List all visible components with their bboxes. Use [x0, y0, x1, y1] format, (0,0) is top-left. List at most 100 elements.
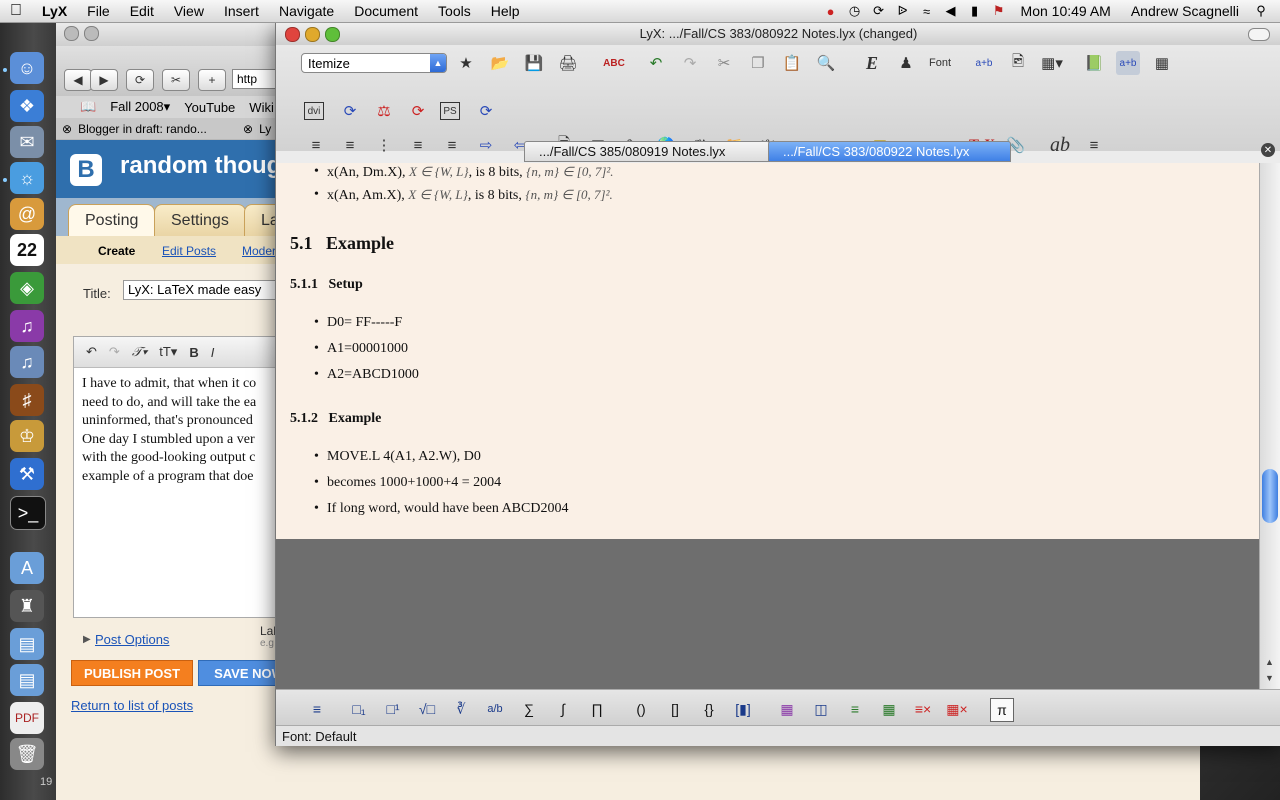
terminal-icon[interactable]: >_ — [10, 496, 46, 530]
noun-icon[interactable]: ♟ — [894, 51, 918, 75]
spellcheck-icon[interactable]: ABC — [602, 51, 626, 75]
doc-tab-080922[interactable]: .../Fall/CS 383/080922 Notes.lyx — [768, 141, 1011, 162]
menu-app-name[interactable]: LyX — [32, 3, 77, 19]
matrix-icon[interactable]: ▦ — [776, 698, 798, 720]
time-machine-icon[interactable]: ◷ — [846, 3, 864, 19]
insert-graphics-icon[interactable]: 🖻 — [1006, 51, 1030, 75]
trash-icon[interactable]: 🗑 — [10, 738, 44, 770]
braces-icon[interactable]: {} — [698, 698, 720, 720]
bluetooth-icon[interactable]: ᐉ — [894, 3, 912, 19]
music-icon[interactable]: ♫ — [10, 346, 44, 378]
minimize-button[interactable] — [84, 26, 99, 41]
pdf-document-icon[interactable]: PDF — [10, 702, 44, 734]
update-pdf-icon[interactable]: ⟳ — [406, 99, 430, 123]
input-flag-icon[interactable]: ⚑ — [990, 3, 1008, 19]
subsection-example-heading[interactable]: 5.1.2 Example — [290, 411, 381, 427]
growl-icon[interactable]: ● — [822, 3, 840, 19]
safari-icon[interactable]: ❖ — [10, 90, 44, 122]
delete-column-icon[interactable]: ▦× — [946, 698, 968, 720]
disclosure-triangle-icon[interactable]: ▶ — [83, 634, 91, 645]
lyx-app-icon[interactable]: ♔ — [10, 420, 44, 452]
font-family-icon[interactable]: 𝒯▾ — [132, 344, 147, 360]
save-icon[interactable]: 💾 — [522, 51, 546, 75]
view-dvi-icon[interactable]: dvi — [304, 102, 324, 120]
calendar-icon[interactable]: 22 — [10, 234, 44, 266]
subnav-edit-posts[interactable]: Edit Posts — [162, 244, 216, 258]
apple-icon[interactable]:  — [0, 2, 32, 20]
document-editor[interactable]: • x(An, Dm.X), X ∈ {W, L}, is 8 bits, {n… — [276, 163, 1259, 539]
view-pdf-icon[interactable]: ⚖ — [372, 99, 396, 123]
insert-math-icon[interactable]: a+b — [972, 51, 996, 75]
post-options-link[interactable]: Post Options — [95, 632, 169, 647]
vertical-scrollbar[interactable]: ▲ ▼ — [1259, 163, 1280, 689]
undo-icon[interactable]: ↶ — [86, 344, 97, 360]
menu-file[interactable]: File — [77, 3, 120, 19]
italic-icon[interactable]: I — [211, 345, 215, 360]
sync-icon[interactable]: ⟳ — [870, 3, 888, 19]
menu-document[interactable]: Document — [344, 3, 428, 19]
cut-icon[interactable]: ✂ — [712, 51, 736, 75]
tab-close-icon[interactable]: ⊗ — [62, 122, 72, 136]
xcode-icon[interactable]: ⚒ — [10, 458, 44, 490]
subnav-create[interactable]: Create — [98, 244, 135, 258]
update-dvi-icon[interactable]: ⟳ — [338, 99, 362, 123]
bookmarks-book-icon[interactable]: 📖 — [80, 99, 96, 115]
itunes-icon[interactable]: ♫ — [10, 310, 44, 342]
redo-icon[interactable]: ↷ — [678, 51, 702, 75]
mail-icon[interactable]: @ — [10, 198, 44, 230]
font-size-icon[interactable]: tT▾ — [159, 344, 177, 360]
guitar-icon[interactable]: ♯ — [10, 384, 44, 416]
mail-stamp-icon[interactable]: ✉ — [10, 126, 44, 158]
emphasis-icon[interactable]: E — [860, 51, 884, 75]
brackets-icon[interactable]: [] — [664, 698, 686, 720]
delimiters-icon[interactable]: [▮] — [732, 698, 754, 720]
scroll-up-arrow-icon[interactable]: ▲ — [1265, 657, 1274, 667]
scroll-down-arrow-icon[interactable]: ▼ — [1265, 673, 1274, 683]
undo-icon[interactable]: ↶ — [644, 51, 668, 75]
add-column-icon[interactable]: ◫ — [810, 698, 832, 720]
redo-icon[interactable]: ↷ — [109, 344, 120, 360]
reload-button[interactable]: ⟳ — [126, 69, 154, 91]
update-ps-icon[interactable]: ⟳ — [474, 99, 498, 123]
table-panel-toggle-icon[interactable]: ▦ — [1150, 51, 1174, 75]
new-document-icon[interactable]: ★ — [454, 51, 478, 75]
sum-icon[interactable]: ∑ — [518, 698, 540, 720]
subnav-moderate[interactable]: Moder — [242, 244, 276, 258]
menu-edit[interactable]: Edit — [120, 3, 164, 19]
insert-table-icon[interactable]: ▦▾ — [1040, 51, 1064, 75]
add-bookmark-button[interactable]: + — [198, 69, 226, 91]
close-button[interactable] — [64, 26, 79, 41]
product-icon[interactable]: ∏ — [586, 698, 608, 720]
math-panel-icon[interactable]: π — [990, 698, 1014, 722]
delete-row-icon[interactable]: ≡× — [912, 698, 934, 720]
finder-icon[interactable]: ☺ — [10, 52, 44, 84]
wifi-icon[interactable]: ≈ — [918, 3, 936, 19]
doc-tab-080919[interactable]: .../Fall/CS 385/080919 Notes.lyx — [524, 141, 770, 162]
fraction-icon[interactable]: a/b — [484, 698, 506, 720]
parentheses-icon[interactable]: () — [630, 698, 652, 720]
print-icon[interactable]: 🖨 — [556, 51, 580, 75]
sqrt-icon[interactable]: √□ — [416, 698, 438, 720]
root-icon[interactable]: ∛ — [450, 698, 472, 720]
math-panel-toggle-icon[interactable]: a+b — [1116, 51, 1140, 75]
editor-text[interactable]: I have to admit, that when it co need to… — [82, 375, 292, 486]
tab-posting[interactable]: Posting — [68, 204, 156, 237]
browser-tab-blogger[interactable]: ⊗ Blogger in draft: rando... — [56, 118, 243, 139]
copy-icon[interactable]: ❐ — [746, 51, 770, 75]
back-button[interactable]: ◀ — [64, 69, 92, 91]
tab-close-icon[interactable]: ⊗ — [243, 122, 253, 136]
subsection-setup-heading[interactable]: 5.1.1 Setup — [290, 277, 363, 293]
add-row-icon[interactable]: ≡ — [844, 698, 866, 720]
snippet-icon[interactable]: ✂ — [162, 69, 190, 91]
open-document-icon[interactable]: 📂 — [488, 51, 512, 75]
toolbar-toggle-button[interactable] — [1248, 28, 1270, 41]
battery-icon[interactable]: ▮ — [966, 3, 984, 19]
section-heading[interactable]: 5.1 Example — [290, 233, 394, 254]
scrollbar-thumb[interactable] — [1262, 469, 1278, 523]
paste-icon[interactable]: 📋 — [780, 51, 804, 75]
volume-icon[interactable]: ◀ — [942, 3, 960, 19]
font-settings-icon[interactable]: Font — [928, 51, 952, 75]
applications-folder-icon[interactable]: A — [10, 552, 44, 584]
ichat-icon[interactable]: ☼ — [10, 162, 44, 194]
tab-settings[interactable]: Settings — [154, 204, 246, 237]
